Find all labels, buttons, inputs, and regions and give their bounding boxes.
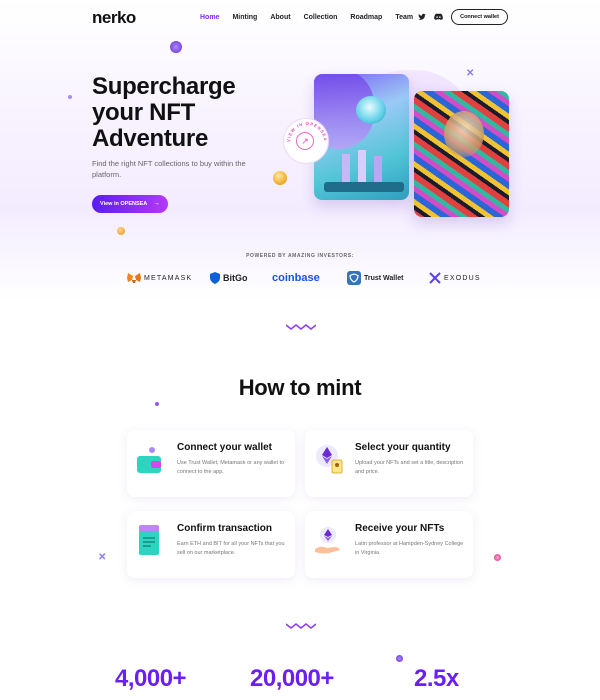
step-card-connect-wallet: Connect your wallet Use Trust Wallet, Me…: [127, 430, 295, 497]
connect-wallet-button[interactable]: Connect wallet: [451, 9, 508, 25]
decor-dot: [68, 95, 72, 99]
exodus-icon: [429, 272, 441, 284]
nav-home[interactable]: Home: [200, 14, 219, 21]
arrow-right-icon: →: [153, 200, 160, 207]
nav-about[interactable]: About: [270, 14, 290, 21]
nav-minting[interactable]: Minting: [232, 14, 257, 21]
investor-name: coinbase: [272, 272, 320, 284]
investor-name: Trust Wallet: [364, 274, 404, 282]
decor-cross-icon: ✕: [466, 68, 475, 79]
stat-value: 20,000+: [250, 665, 334, 692]
arrow-up-right-icon: ↗: [296, 132, 314, 150]
nft-art-pillar: [358, 150, 366, 184]
nft-art-pillar: [342, 154, 350, 184]
nav-team[interactable]: Team: [395, 14, 413, 21]
stat-value: 2.5x: [414, 665, 459, 692]
wallet-icon: [137, 447, 161, 473]
investor-metamask[interactable]: METAMASK: [127, 270, 192, 286]
stat-value: 4,000+: [115, 665, 187, 692]
step-title: Receive your NFTs: [355, 523, 445, 534]
metamask-icon: [127, 273, 141, 283]
trust-wallet-icon: [347, 271, 361, 285]
investor-bitgo[interactable]: BitGo: [210, 270, 248, 286]
top-navigation: nerko Home Minting About Collection Road…: [0, 0, 600, 36]
investor-name: EXODUS: [444, 274, 481, 282]
step-description: Use Trust Wallet, Metamask or any wallet…: [177, 460, 285, 475]
nft-quantity-icon: [316, 445, 343, 474]
decor-dot: [170, 41, 182, 53]
step-description: Latin professor at Hampden-Sydney Colleg…: [355, 541, 464, 556]
hero-title: Supercharge your NFT Adventure: [92, 73, 236, 152]
decor-dot: [494, 554, 501, 561]
document-icon: [139, 525, 159, 555]
nav-roadmap[interactable]: Roadmap: [350, 14, 382, 21]
step-title: Connect your wallet: [177, 442, 273, 453]
step-description: Earn ETH and BIT for all your NFTs that …: [177, 541, 285, 556]
step-card-receive-nfts: Receive your NFTs Latin professor at Ham…: [305, 511, 473, 578]
view-opensea-button[interactable]: View in OPENSEA →: [92, 195, 168, 213]
how-to-mint-title: How to mint: [238, 375, 362, 400]
zigzag-divider: [286, 623, 316, 629]
decor-dot: [396, 655, 403, 662]
nft-art-mask: [356, 96, 386, 124]
step-title: Confirm transaction: [177, 523, 273, 534]
investor-coinbase[interactable]: coinbase: [272, 270, 320, 286]
step-description: Upload your NFTs and set a title, descri…: [355, 460, 463, 475]
decor-dot: [117, 227, 125, 235]
social-links: [418, 13, 443, 21]
investor-exodus[interactable]: EXODUS: [429, 270, 481, 286]
logo[interactable]: nerko: [92, 8, 136, 28]
nft-art-base: [324, 182, 404, 192]
nav-links: Home Minting About Collection Roadmap Te…: [200, 14, 413, 21]
coin-icon: [273, 171, 287, 185]
investors-label: POWERED BY AMAZING INVESTORS:: [246, 253, 354, 259]
decor-cross-icon: ✕: [98, 552, 107, 563]
bitgo-icon: [210, 272, 220, 284]
hero-subtitle: Find the right NFT collections to buy wi…: [92, 159, 246, 179]
step-card-select-quantity: Select your quantity Upload your NFTs an…: [305, 430, 473, 497]
nav-collection[interactable]: Collection: [304, 14, 338, 21]
step-card-confirm-transaction: Confirm transaction Earn ETH and BIT for…: [127, 511, 295, 578]
investor-trust-wallet[interactable]: Trust Wallet: [347, 270, 403, 286]
discord-icon[interactable]: [434, 13, 443, 21]
investor-name: BitGo: [223, 273, 248, 283]
investor-name: METAMASK: [144, 274, 193, 282]
twitter-icon[interactable]: [418, 13, 426, 21]
zigzag-divider: [286, 324, 316, 330]
step-title: Select your quantity: [355, 442, 451, 453]
nft-card-right[interactable]: [414, 91, 509, 217]
nft-art-pillar: [374, 156, 382, 184]
receive-icon: [315, 527, 340, 554]
view-opensea-label: View in OPENSEA: [100, 201, 148, 207]
nft-art-face: [444, 111, 484, 157]
decor-dot: [155, 402, 159, 406]
